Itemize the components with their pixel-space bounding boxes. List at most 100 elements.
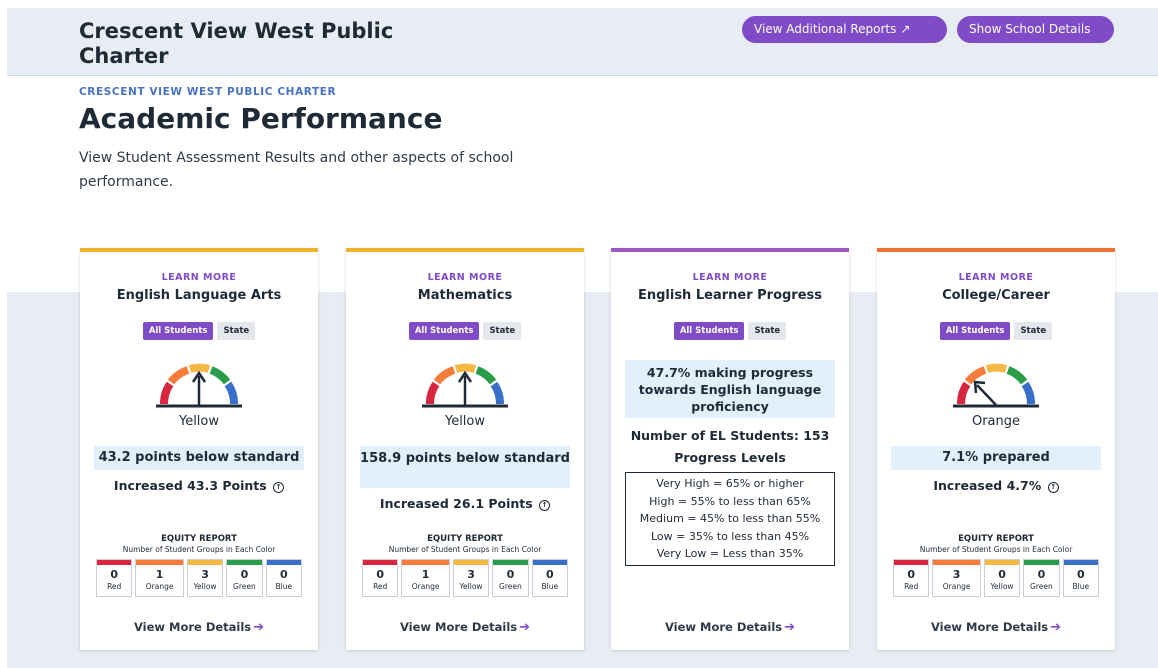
arrow-up-circle-icon: ↑ bbox=[1047, 482, 1059, 493]
school-name: Crescent View West Public Charter bbox=[79, 19, 394, 68]
equity-label: Red bbox=[373, 582, 388, 591]
progress-levels-title: Progress Levels bbox=[674, 450, 786, 465]
card-title: College/Career bbox=[942, 288, 1050, 303]
equity-label: Red bbox=[107, 582, 122, 591]
state-toggle[interactable]: State bbox=[483, 322, 522, 340]
view-more-details-link[interactable]: View More Details ➔ bbox=[877, 620, 1115, 635]
view-more-details-label: View More Details bbox=[399, 620, 518, 634]
equity-count: 0 bbox=[279, 568, 288, 581]
card-college-career: LEARN MORE College/Career All Students St… bbox=[877, 248, 1115, 650]
learn-more-link[interactable]: LEARN MORE bbox=[346, 272, 584, 283]
progress-level-row: Very High = 65% or higher bbox=[656, 477, 804, 490]
all-students-toggle[interactable]: All Students bbox=[408, 322, 480, 340]
equity-count: 3 bbox=[201, 568, 209, 581]
metric-box: 43.2 points below standard bbox=[94, 446, 304, 470]
learn-more-link[interactable]: LEARN MORE bbox=[611, 272, 849, 283]
equity-report-row: 0 Red 1 Orange 3 Yellow 0 Green 0 Blue bbox=[96, 559, 302, 597]
equity-label: Blue bbox=[1072, 582, 1090, 591]
external-link-icon: ↗ bbox=[900, 22, 911, 36]
el-student-count: Number of EL Students: 153 bbox=[630, 428, 830, 443]
progress-levels-table: Very High = 65% or higher High = 55% to … bbox=[625, 472, 835, 566]
learn-more-link[interactable]: LEARN MORE bbox=[80, 272, 318, 283]
equity-count: 0 bbox=[1037, 568, 1046, 581]
view-additional-reports-button[interactable]: View Additional Reports ↗ bbox=[742, 16, 947, 43]
equity-report-subtitle: Number of Student Groups in Each Color bbox=[122, 545, 276, 554]
show-school-details-button[interactable]: Show School Details bbox=[957, 16, 1114, 43]
equity-report-subtitle: Number of Student Groups in Each Color bbox=[388, 545, 542, 554]
arrow-right-icon: ➔ bbox=[784, 620, 796, 635]
equity-label: Blue bbox=[541, 582, 559, 591]
progress-level-row: High = 55% to less than 65% bbox=[649, 494, 811, 508]
equity-report-row: 0 Red 1 Orange 3 Yellow 0 Green 0 Blue bbox=[362, 559, 568, 597]
equity-report-title: EQUITY REPORT bbox=[427, 534, 503, 544]
equity-label: Green bbox=[1030, 582, 1053, 591]
change-label: Increased 4.7% bbox=[933, 478, 1042, 493]
change-text: Increased 43.3 Points ↑ bbox=[80, 478, 318, 493]
equity-label: Orange bbox=[145, 582, 174, 591]
equity-cell-green: 0 Green bbox=[492, 559, 529, 597]
card-english-learner-progress: LEARN MORE English Learner Progress All … bbox=[611, 248, 849, 650]
equity-cell-orange: 3 Orange bbox=[932, 559, 981, 597]
metric-box: 158.9 points below standard bbox=[360, 446, 570, 488]
equity-count: 0 bbox=[506, 568, 515, 581]
equity-label: Green bbox=[499, 582, 522, 591]
state-toggle[interactable]: State bbox=[1014, 322, 1053, 340]
equity-label: Yellow bbox=[990, 582, 1014, 591]
equity-count: 3 bbox=[467, 568, 475, 581]
performance-level: Yellow bbox=[178, 414, 220, 429]
equity-count: 1 bbox=[155, 568, 164, 581]
gauge-icon bbox=[156, 363, 242, 408]
el-progress-box: 47.7% making progress towards English la… bbox=[625, 360, 835, 418]
card-mathematics: LEARN MORE Mathematics All Students State… bbox=[346, 248, 584, 650]
equity-cell-blue: 0 Blue bbox=[265, 559, 302, 597]
equity-count: 0 bbox=[1076, 568, 1085, 581]
page-eyebrow: CRESCENT VIEW WEST PUBLIC CHARTER bbox=[79, 86, 337, 98]
change-text: Increased 26.1 Points ↑ bbox=[346, 496, 584, 511]
equity-label: Blue bbox=[275, 582, 293, 591]
progress-level-row: Very Low = Less than 35% bbox=[656, 547, 804, 560]
equity-count: 0 bbox=[376, 568, 385, 581]
all-students-toggle[interactable]: All Students bbox=[142, 322, 214, 340]
equity-label: Red bbox=[904, 582, 919, 591]
equity-count: 3 bbox=[952, 568, 961, 581]
all-students-toggle[interactable]: All Students bbox=[939, 322, 1011, 340]
equity-cell-yellow: 0 Yellow bbox=[983, 559, 1021, 597]
arrow-right-icon: ➔ bbox=[519, 620, 531, 635]
equity-label: Yellow bbox=[193, 582, 217, 591]
equity-count: 0 bbox=[907, 568, 916, 581]
equity-cell-yellow: 3 Yellow bbox=[452, 559, 490, 597]
page-description: View Student Assessment Results and othe… bbox=[79, 150, 514, 190]
all-students-toggle[interactable]: All Students bbox=[673, 322, 745, 340]
progress-level-row: Medium = 45% to less than 55% bbox=[639, 512, 821, 525]
equity-count: 0 bbox=[110, 568, 119, 581]
equity-cell-orange: 1 Orange bbox=[135, 559, 184, 597]
arrow-right-icon: ➔ bbox=[1050, 620, 1062, 635]
equity-count: 0 bbox=[998, 568, 1006, 581]
equity-cell-orange: 1 Orange bbox=[401, 559, 450, 597]
view-more-details-label: View More Details bbox=[930, 620, 1049, 634]
equity-count: 0 bbox=[545, 568, 554, 581]
student-toggle: All Students State bbox=[877, 322, 1115, 340]
equity-cell-yellow: 3 Yellow bbox=[186, 559, 224, 597]
state-toggle[interactable]: State bbox=[748, 322, 787, 340]
equity-cell-red: 0 Red bbox=[362, 559, 399, 597]
arrow-up-circle-icon: ↑ bbox=[273, 482, 285, 493]
gauge-icon bbox=[953, 363, 1039, 408]
learn-more-link[interactable]: LEARN MORE bbox=[877, 272, 1115, 283]
card-title: English Learner Progress bbox=[637, 288, 823, 303]
view-more-details-link[interactable]: View More Details ➔ bbox=[611, 620, 849, 635]
state-toggle[interactable]: State bbox=[217, 322, 256, 340]
performance-level: Yellow bbox=[444, 414, 486, 429]
equity-cell-red: 0 Red bbox=[96, 559, 133, 597]
equity-label: Orange bbox=[942, 582, 971, 591]
equity-label: Yellow bbox=[459, 582, 483, 591]
arrow-up-circle-icon: ↑ bbox=[539, 500, 551, 511]
card-english-language-arts: LEARN MORE English Language Arts All Stu… bbox=[80, 248, 318, 650]
view-more-details-link[interactable]: View More Details ➔ bbox=[346, 620, 584, 635]
equity-cell-blue: 0 Blue bbox=[531, 559, 568, 597]
student-toggle: All Students State bbox=[346, 322, 584, 340]
equity-report-subtitle: Number of Student Groups in Each Color bbox=[919, 545, 1073, 554]
card-title: Mathematics bbox=[417, 288, 513, 303]
view-more-details-link[interactable]: View More Details ➔ bbox=[80, 620, 318, 635]
student-toggle: All Students State bbox=[611, 322, 849, 340]
